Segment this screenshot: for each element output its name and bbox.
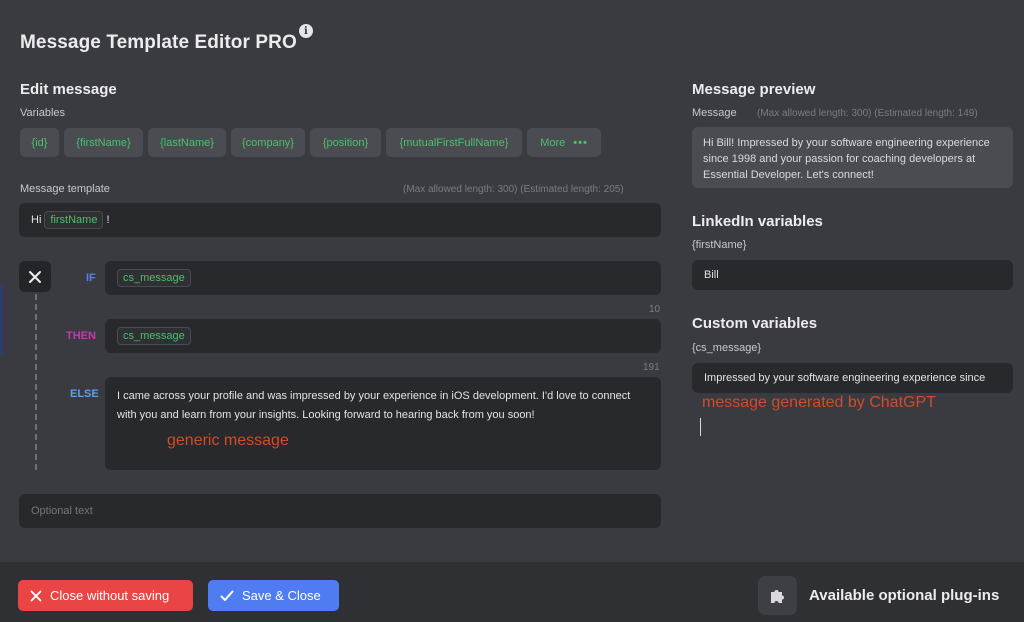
info-icon[interactable]: i	[298, 24, 313, 38]
template-length-hint: (Max allowed length: 300) (Estimated len…	[403, 184, 624, 195]
variable-chip-position[interactable]: {position}	[310, 128, 381, 157]
more-dots-icon: •••	[573, 136, 588, 149]
condition-connector	[35, 294, 37, 470]
custom-var-label: {cs_message}	[692, 342, 762, 354]
more-variables-button[interactable]: More •••	[527, 128, 601, 157]
custom-cs-message-input[interactable]: Impressed by your software engineering e…	[692, 363, 1013, 393]
then-length-count: 10	[649, 304, 661, 315]
else-length-count: 191	[643, 362, 660, 373]
template-tag-firstname[interactable]: firstName	[44, 211, 104, 229]
linkedin-var-label: {firstName}	[692, 239, 747, 251]
chatgpt-annotation: message generated by ChatGPT	[702, 394, 936, 411]
variable-chip-id[interactable]: {id}	[20, 128, 59, 157]
linkedin-firstname-input[interactable]: Bill	[692, 260, 1013, 290]
close-icon	[30, 590, 42, 601]
generic-message-annotation: generic message	[167, 432, 289, 449]
message-preview-heading: Message preview	[692, 81, 816, 98]
variable-chip-firstname[interactable]: {firstName}	[64, 128, 143, 157]
plugins-button[interactable]	[758, 576, 797, 615]
custom-cs-message-value: Impressed by your software engineering e…	[704, 372, 986, 384]
linkedin-variables-heading: LinkedIn variables	[692, 213, 823, 230]
close-icon	[29, 270, 41, 283]
then-input[interactable]: cs_message	[105, 319, 661, 353]
close-without-saving-button[interactable]: Close without saving	[18, 580, 193, 611]
optional-text-placeholder: Optional text	[31, 505, 93, 517]
optional-text-input[interactable]: Optional text	[19, 494, 661, 528]
message-preview-box: Hi Bill! Impressed by your software engi…	[692, 127, 1013, 188]
else-label: ELSE	[70, 388, 99, 400]
page-title: Message Template Editor PRO	[20, 32, 297, 53]
template-suffix: !	[106, 214, 110, 226]
variable-chips: {id} {firstName} {lastName} {company} {p…	[20, 128, 601, 157]
more-label: More	[540, 136, 566, 149]
text-cursor	[700, 418, 701, 436]
then-label: THEN	[66, 330, 96, 342]
save-button-label: Save & Close	[242, 588, 321, 603]
plugins-label[interactable]: Available optional plug-ins	[809, 587, 999, 604]
variable-chip-lastname[interactable]: {lastName}	[148, 128, 226, 157]
save-and-close-button[interactable]: Save & Close	[208, 580, 339, 611]
then-tag-cs-message[interactable]: cs_message	[117, 327, 191, 345]
puzzle-icon	[770, 589, 784, 603]
else-input[interactable]: I came across your profile and was impre…	[105, 377, 661, 470]
variable-chip-mutualfirstfullname[interactable]: {mutualFirstFullName}	[386, 128, 522, 157]
remove-condition-button[interactable]	[19, 261, 51, 292]
title-row: Message Template Editor PRO i	[20, 24, 313, 54]
template-prefix: Hi	[31, 214, 42, 226]
custom-variables-heading: Custom variables	[692, 315, 818, 332]
if-label: IF	[86, 272, 96, 284]
preview-length-hint: (Max allowed length: 300) (Estimated len…	[757, 108, 978, 119]
message-template-input[interactable]: Hi firstName !	[19, 203, 661, 237]
preview-text: Hi Bill! Impressed by your software engi…	[703, 137, 990, 181]
check-icon	[220, 590, 234, 601]
edit-message-heading: Edit message	[20, 81, 117, 98]
if-tag-cs-message[interactable]: cs_message	[117, 269, 191, 287]
variables-label: Variables	[20, 107, 66, 119]
variable-chip-company[interactable]: {company}	[231, 128, 305, 157]
close-button-label: Close without saving	[50, 588, 170, 603]
if-condition-input[interactable]: cs_message	[105, 261, 661, 295]
else-text: I came across your profile and was impre…	[117, 390, 631, 421]
linkedin-firstname-value: Bill	[704, 269, 719, 281]
preview-message-label: Message	[692, 107, 737, 119]
message-template-label: Message template	[20, 183, 110, 195]
left-edge-accent	[0, 285, 3, 355]
